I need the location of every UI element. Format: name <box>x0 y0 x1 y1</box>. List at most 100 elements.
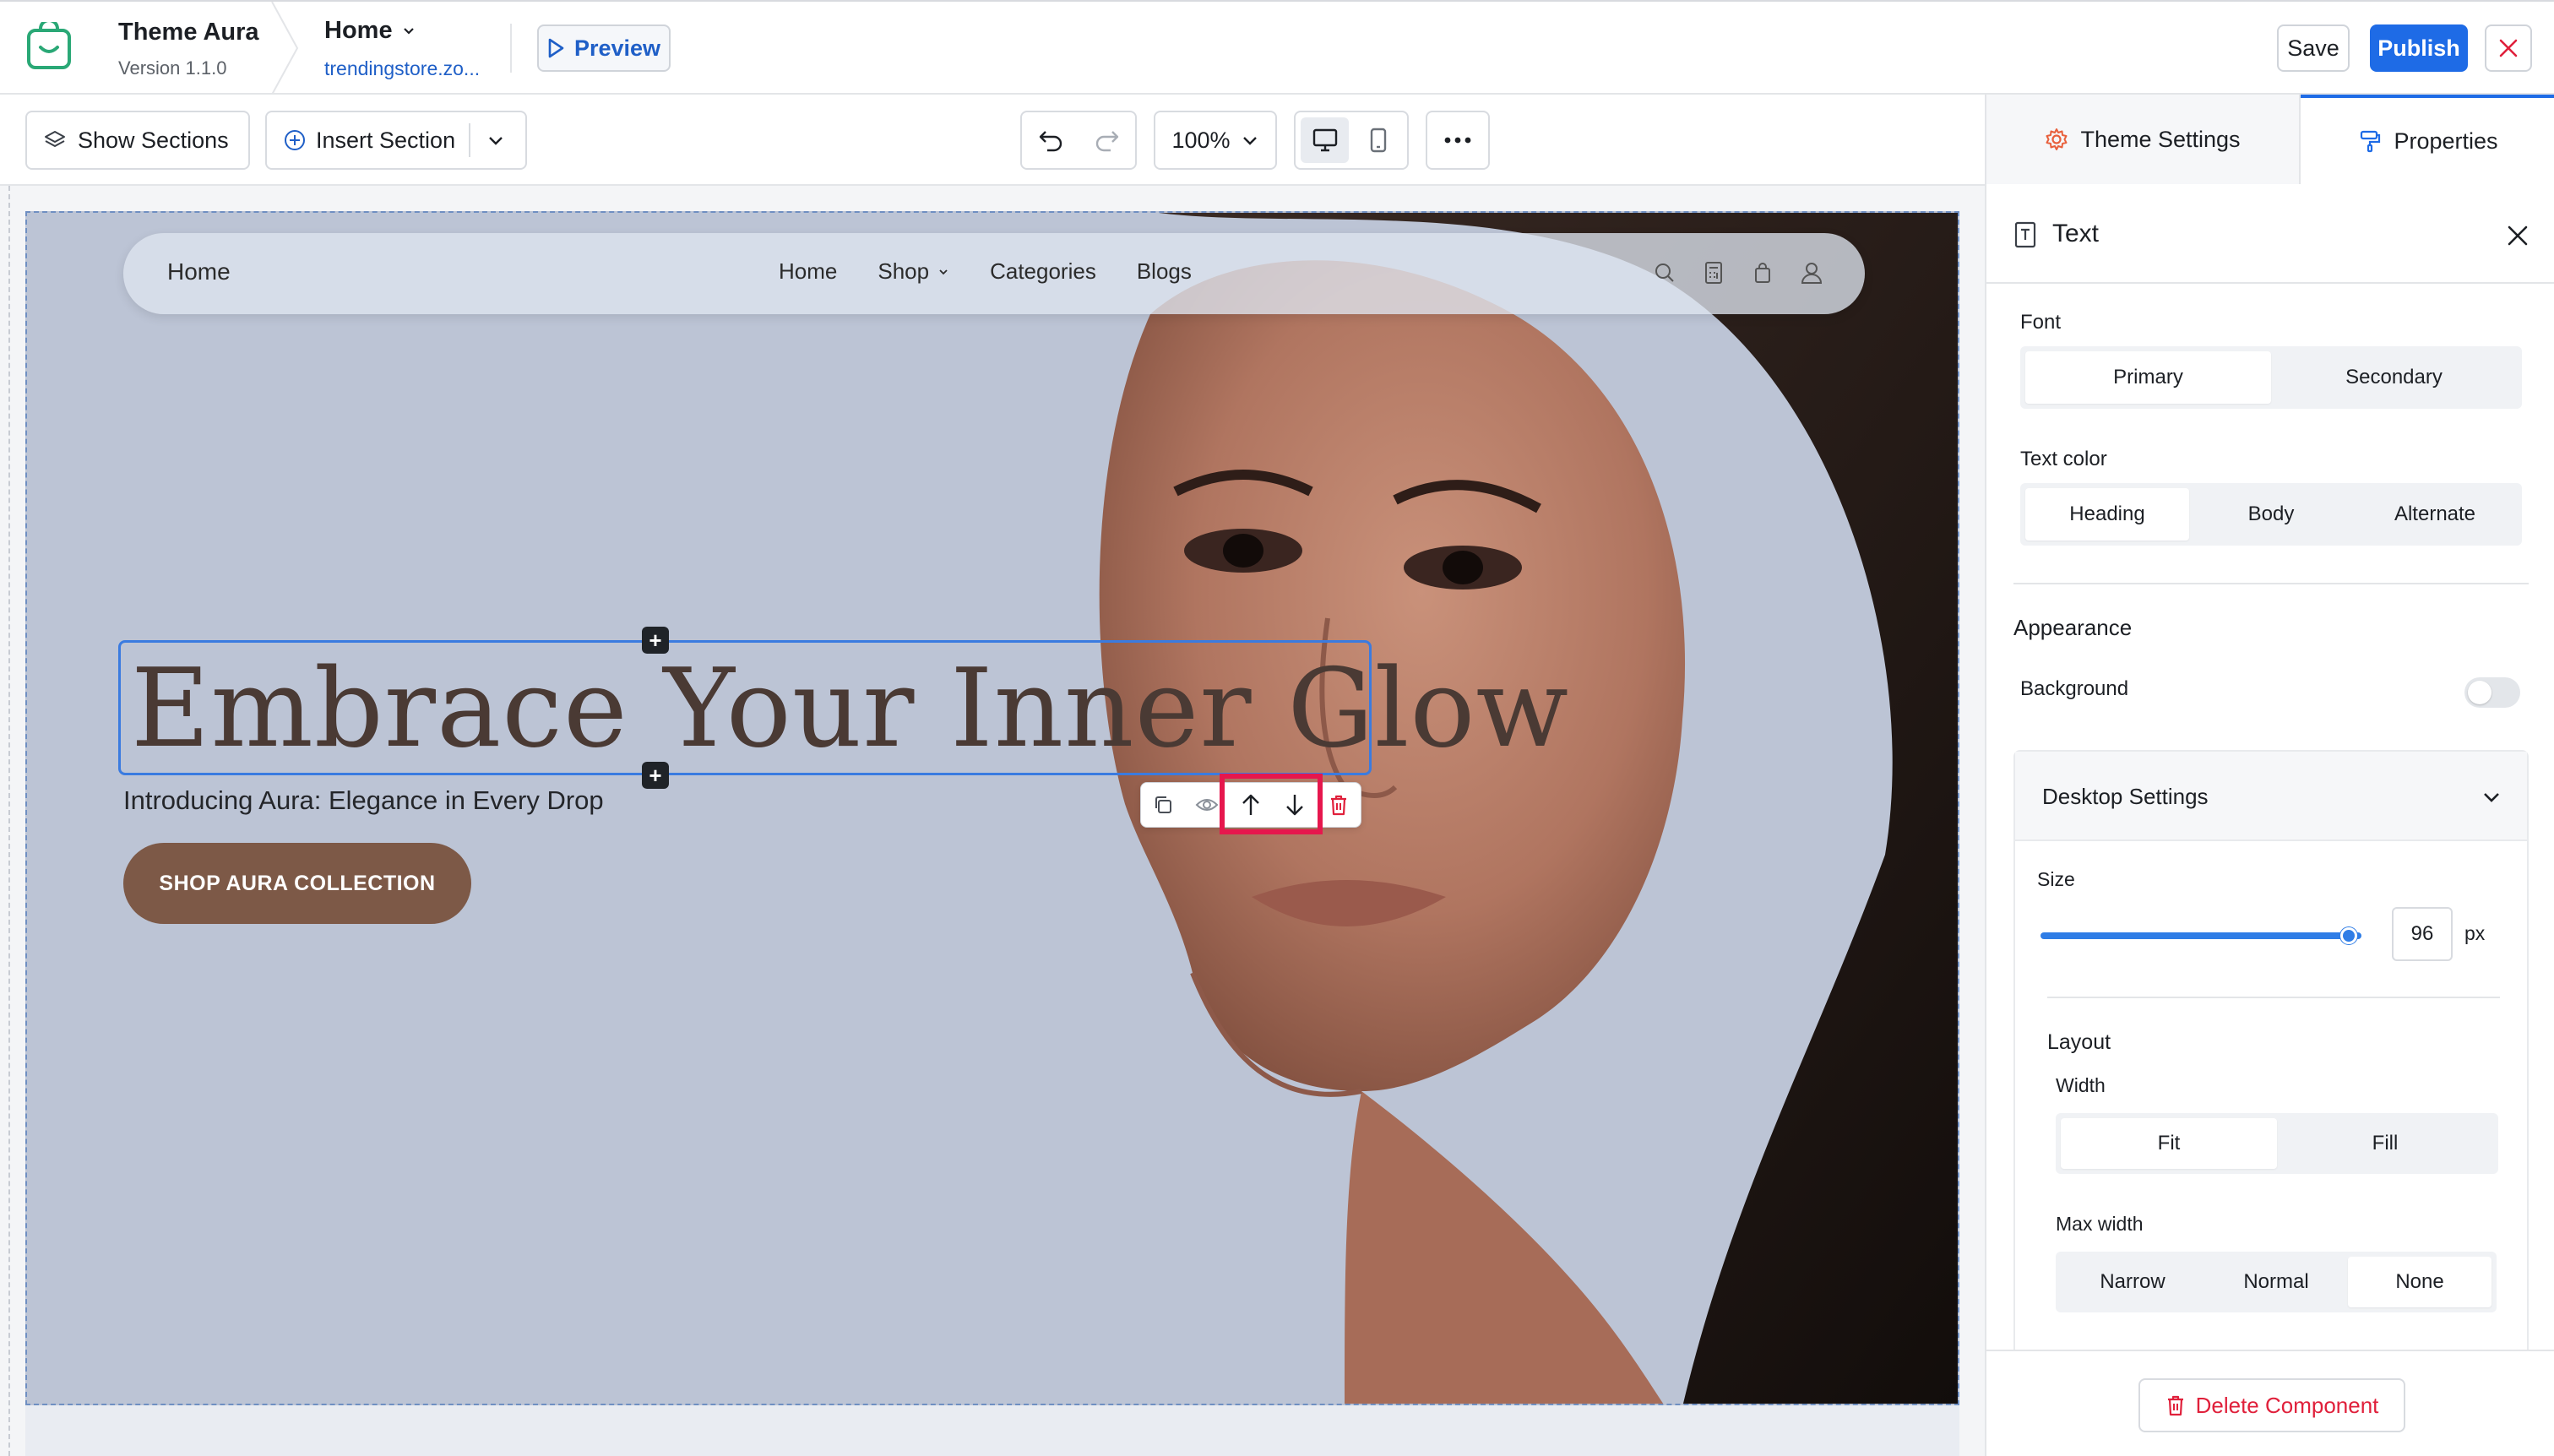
calculator-icon[interactable] <box>1701 258 1726 287</box>
search-icon[interactable] <box>1652 258 1677 287</box>
show-sections-button[interactable]: Show Sections <box>25 111 250 170</box>
page-select-label: Home <box>324 17 393 44</box>
duplicate-button[interactable] <box>1141 783 1185 827</box>
copy-icon <box>1155 796 1171 813</box>
undo-button[interactable] <box>1022 112 1079 168</box>
desktop-settings-section: Desktop Settings <box>2013 750 2529 1446</box>
layers-icon <box>45 131 65 147</box>
max-width-label: Max width <box>2056 1213 2144 1235</box>
background-label: Background <box>2020 677 2129 700</box>
selected-text-component[interactable]: Embrace Your Inner Glow <box>118 640 1568 775</box>
tab-properties[interactable]: Properties <box>2301 95 2554 184</box>
play-icon <box>548 38 564 58</box>
width-option-fill[interactable]: Fill <box>2277 1118 2493 1169</box>
close-icon <box>2508 225 2528 246</box>
panel-tabs: Theme Settings Properties <box>1986 95 2554 184</box>
theme-name: Theme Aura <box>118 19 259 46</box>
bag-icon[interactable] <box>1750 258 1775 287</box>
desktop-settings-title: Desktop Settings <box>2042 784 2209 809</box>
mobile-view-button[interactable] <box>1354 117 1402 163</box>
hero-section[interactable]: Home Home Shop Categories Blogs Embrace … <box>25 211 1959 1405</box>
properties-panel: Theme Settings Properties Text Font Prim… <box>1985 95 2554 1456</box>
insert-section-dropdown[interactable] <box>470 112 521 168</box>
more-options-button[interactable] <box>1426 111 1490 170</box>
width-selector: Fit Fill <box>2056 1113 2498 1174</box>
preview-label: Preview <box>573 35 661 61</box>
background-toggle[interactable] <box>2464 677 2520 708</box>
size-slider[interactable] <box>2040 927 2361 944</box>
panel-header: Text <box>1986 184 2554 284</box>
hero-headline[interactable]: Embrace Your Inner Glow <box>131 648 1569 771</box>
trash-icon <box>1331 795 1346 816</box>
publish-button[interactable]: Publish <box>2370 24 2468 72</box>
chevron-down-icon <box>1242 137 1257 145</box>
redo-button[interactable] <box>1079 112 1135 168</box>
text-color-option-alternate[interactable]: Alternate <box>2353 488 2517 541</box>
show-sections-label: Show Sections <box>78 127 229 153</box>
save-button[interactable]: Save <box>2277 24 2350 72</box>
close-panel-button[interactable] <box>2500 218 2535 253</box>
max-width-option-normal[interactable]: Normal <box>2204 1257 2348 1307</box>
delete-component-button[interactable] <box>1317 783 1361 827</box>
font-option-primary[interactable]: Primary <box>2025 351 2271 404</box>
layout-heading: Layout <box>2047 1030 2111 1054</box>
text-color-option-body[interactable]: Body <box>2189 488 2353 541</box>
desktop-view-button[interactable] <box>1301 117 1349 163</box>
text-color-selector: Heading Body Alternate <box>2020 483 2522 546</box>
divider <box>2047 997 2500 998</box>
tab-theme-settings-label: Theme Settings <box>2080 126 2241 152</box>
text-document-icon <box>2014 221 2036 248</box>
page-select[interactable]: Home <box>324 17 416 45</box>
text-color-option-heading[interactable]: Heading <box>2025 488 2189 541</box>
size-unit: px <box>2464 922 2486 944</box>
shop-collection-button[interactable]: SHOP AURA COLLECTION <box>123 843 471 924</box>
max-width-option-narrow[interactable]: Narrow <box>2061 1257 2204 1307</box>
add-below-button[interactable]: + <box>642 762 669 789</box>
nav-link-blogs[interactable]: Blogs <box>1137 258 1192 285</box>
trash-icon <box>2167 1395 2183 1416</box>
slider-thumb[interactable] <box>2339 927 2357 944</box>
width-option-fit[interactable]: Fit <box>2061 1118 2277 1169</box>
nav-link-home[interactable]: Home <box>779 258 837 285</box>
desktop-icon <box>1312 128 1337 152</box>
top-bar: Theme Aura Version 1.1.0 Home trendingst… <box>0 0 2554 95</box>
store-url-link[interactable]: trendingstore.zo... <box>324 57 480 80</box>
zoom-select[interactable]: 100% <box>1154 111 1277 170</box>
undo-icon <box>1039 131 1062 152</box>
hero-subheadline[interactable]: Introducing Aura: Elegance in Every Drop <box>123 785 604 816</box>
user-icon[interactable] <box>1799 258 1824 287</box>
chevron-down-icon <box>489 137 503 145</box>
insert-section-button[interactable]: Insert Section <box>265 111 527 170</box>
divider <box>2013 583 2529 584</box>
nav-link-categories[interactable]: Categories <box>990 258 1096 285</box>
tab-theme-settings[interactable]: Theme Settings <box>1986 95 2301 184</box>
text-color-label: Text color <box>2020 448 2107 470</box>
nav-link-shop-label: Shop <box>878 258 930 284</box>
nav-link-shop[interactable]: Shop <box>878 258 949 285</box>
eye-icon <box>1195 799 1219 811</box>
desktop-settings-header[interactable]: Desktop Settings <box>2015 752 2527 841</box>
preview-button[interactable]: Preview <box>537 24 671 72</box>
store-navbar: Home Home Shop Categories Blogs <box>123 233 1865 314</box>
nav-brand[interactable]: Home <box>167 258 231 285</box>
max-width-option-none[interactable]: None <box>2348 1257 2492 1307</box>
nav-links: Home Shop Categories Blogs <box>779 258 1192 285</box>
font-option-secondary[interactable]: Secondary <box>2271 351 2517 404</box>
delete-component-button[interactable]: Delete Component <box>2138 1378 2405 1432</box>
close-icon <box>2499 39 2518 57</box>
appearance-heading: Appearance <box>2013 615 2133 640</box>
add-above-button[interactable]: + <box>642 627 669 654</box>
insert-section-label: Insert Section <box>316 127 456 153</box>
paint-roller-icon <box>2361 130 2381 153</box>
chevron-down-icon <box>403 27 414 35</box>
close-editor-button[interactable] <box>2485 24 2532 72</box>
theme-version: Version 1.1.0 <box>118 57 227 79</box>
editor-toolbar: Show Sections Insert Section 100% <box>0 95 1985 186</box>
redo-icon <box>1095 131 1118 152</box>
size-input[interactable]: 96 <box>2392 907 2453 961</box>
breadcrumb-separator <box>271 2 299 95</box>
divider <box>510 24 512 73</box>
tab-properties-label: Properties <box>2394 128 2498 154</box>
more-horizontal-icon <box>1444 137 1471 144</box>
toggle-knob <box>2468 681 2492 704</box>
